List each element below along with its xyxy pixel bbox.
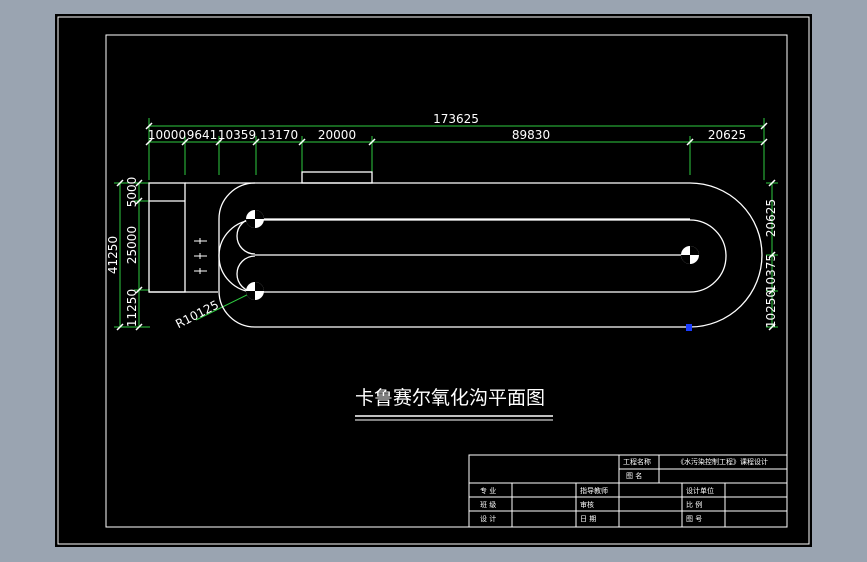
dim-top-2: 9641	[187, 128, 218, 142]
drawing-title: 卡鲁赛尔氧化沟平面图	[355, 387, 545, 409]
dim-overall: 173625	[433, 112, 479, 126]
dim-top-7: 20625	[708, 128, 746, 142]
dim-right-3: 10250	[764, 290, 778, 328]
tb-project-value: 《水污染控制工程》课程设计	[677, 457, 768, 466]
tb-review: 审核	[580, 500, 594, 509]
selection-grip-marker[interactable]	[686, 324, 692, 331]
tb-major: 专 业	[480, 486, 496, 495]
tb-design-unit: 设计单位	[686, 486, 714, 495]
dim-top-1: 10000	[148, 128, 186, 142]
tb-class: 班 级	[480, 500, 496, 509]
dim-left-total: 41250	[106, 236, 120, 274]
aerator-2	[246, 282, 264, 300]
dim-top-6: 89830	[512, 128, 550, 142]
dim-top-3: 10359	[218, 128, 256, 142]
dim-top-5: 20000	[318, 128, 356, 142]
tb-project-label: 工程名称	[623, 457, 651, 466]
cad-drawing-canvas: 173625 10000 9641 10359 13170 20000 8983…	[55, 14, 812, 547]
dim-right-2: 10375	[764, 254, 778, 292]
dim-left-1: 5000	[125, 177, 139, 208]
tb-drawing-no: 图 号	[686, 515, 702, 523]
drawing-paper	[55, 14, 812, 547]
tb-drawing-name-label: 图 名	[626, 471, 642, 480]
dim-left-2: 25000	[125, 226, 139, 264]
dim-left-3: 11250	[125, 289, 139, 327]
dim-top-4: 13170	[260, 128, 298, 142]
aerator-1	[246, 210, 264, 228]
aerator-3	[681, 246, 699, 264]
dim-right-1: 20625	[764, 199, 778, 237]
tb-advisor: 指导教师	[580, 486, 608, 495]
tb-date: 日 期	[580, 515, 596, 523]
tb-scale: 比 例	[686, 500, 702, 509]
tb-designer: 设 计	[480, 514, 496, 523]
